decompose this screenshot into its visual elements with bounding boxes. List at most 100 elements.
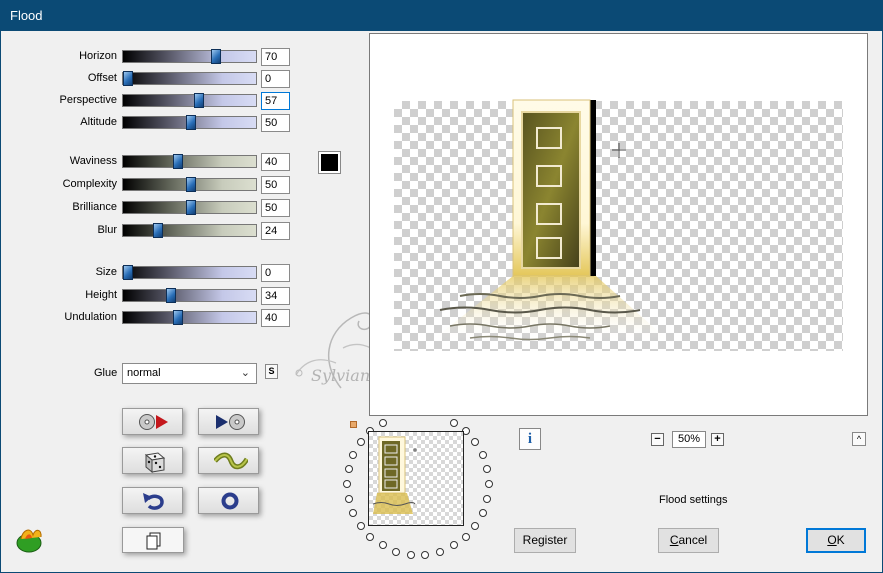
slider-track-blur[interactable] [122, 223, 257, 238]
reset-button[interactable] [198, 487, 259, 514]
glue-value: normal [127, 367, 161, 379]
navigator-dot [349, 451, 358, 460]
zoom-in-button[interactable]: + [711, 433, 724, 446]
navigator-dot [378, 418, 387, 427]
value-field-altitude[interactable]: 50 [261, 114, 290, 132]
slider-thumb-blur[interactable] [153, 223, 163, 238]
slider-track-altitude[interactable] [122, 115, 257, 130]
navigator-dot [461, 532, 470, 541]
navigator-dot [485, 480, 493, 488]
navigator-dot [471, 521, 480, 530]
slider-row-complexity: Complexity 50 [1, 176, 301, 194]
value-field-brilliance[interactable]: 50 [261, 199, 290, 217]
slider-label-undulation: Undulation [64, 311, 117, 323]
slider-track-size[interactable] [122, 265, 257, 280]
randomize-button[interactable] [122, 447, 183, 474]
wave-icon [214, 452, 248, 470]
undo-arrow-icon [143, 493, 164, 510]
navigator-dot [478, 451, 487, 460]
slider-row-size: Size 0 [1, 264, 301, 282]
status-label: Flood settings [659, 494, 728, 506]
navigator-dot [392, 547, 401, 556]
slider-track-offset[interactable] [122, 71, 257, 86]
slider-row-offset: Offset 0 [1, 70, 301, 88]
load-preset-button[interactable] [122, 408, 183, 435]
slider-track-waviness[interactable] [122, 154, 257, 169]
slider-label-complexity: Complexity [62, 178, 117, 190]
slider-label-brilliance: Brilliance [72, 201, 117, 213]
slider-row-brilliance: Brilliance 50 [1, 199, 301, 217]
slider-row-undulation: Undulation 40 [1, 309, 301, 327]
zoom-out-button[interactable]: − [651, 433, 664, 446]
slider-track-brilliance[interactable] [122, 200, 257, 215]
value-field-perspective[interactable]: 57 [261, 92, 290, 110]
glue-label: Glue [94, 367, 118, 379]
title-bar[interactable]: Flood [0, 0, 883, 31]
navigator-dot [421, 550, 430, 559]
value-field-waviness[interactable]: 40 [261, 153, 290, 171]
app-logo-icon [16, 529, 42, 553]
value-field-horizon[interactable]: 70 [261, 48, 290, 66]
slider-thumb-height[interactable] [165, 288, 176, 303]
ok-button[interactable]: OK [806, 528, 866, 553]
slider-thumb-altitude[interactable] [185, 115, 196, 130]
slider-label-size: Size [95, 266, 117, 278]
ring-icon [221, 492, 239, 510]
slider-thumb-undulation[interactable] [173, 310, 183, 325]
slider-thumb-offset[interactable] [123, 71, 133, 86]
slider-thumb-size[interactable] [123, 265, 133, 280]
slider-track-complexity[interactable] [122, 177, 257, 192]
value-field-offset[interactable]: 0 [261, 70, 290, 88]
slider-track-horizon[interactable] [122, 49, 257, 64]
value-field-complexity[interactable]: 50 [261, 176, 290, 194]
value-field-size[interactable]: 0 [261, 264, 290, 282]
slider-thumb-waviness[interactable] [173, 154, 183, 169]
dialog-client: Horizon 70 Offset 0 Perspective 57 Altitude 50 W… [0, 31, 883, 573]
navigator-dot [344, 494, 353, 503]
copy-settings-button[interactable] [122, 527, 184, 553]
glue-select[interactable]: normal ⌄ [122, 363, 257, 384]
slider-track-height[interactable] [122, 288, 257, 303]
navigator-thumbnail[interactable] [368, 431, 464, 526]
slider-label-height: Height [85, 289, 117, 301]
window-title: Flood [10, 8, 43, 23]
cancel-button[interactable]: Cancel [658, 528, 719, 553]
navigator-dot [449, 418, 458, 427]
slider-row-horizon: Horizon 70 [1, 48, 301, 66]
save-preset-button[interactable] [198, 408, 259, 435]
navigator-dot [483, 494, 492, 503]
slider-row-height: Height 34 [1, 287, 301, 305]
slider-thumb-horizon[interactable] [210, 49, 221, 64]
slider-label-horizon: Horizon [79, 50, 117, 62]
crosshair-cursor-icon [612, 143, 626, 158]
slider-thumb-perspective[interactable] [194, 93, 205, 108]
navigator-dot [435, 547, 444, 556]
slider-track-perspective[interactable] [122, 93, 257, 108]
glue-s-button[interactable]: S [265, 364, 278, 379]
wave-preset-button[interactable] [198, 447, 259, 474]
collapse-button[interactable]: ^ [852, 432, 866, 446]
undo-button[interactable] [122, 487, 183, 514]
navigator-dot [356, 438, 365, 447]
slider-row-blur: Blur 24 [1, 222, 301, 240]
navigator-dot [344, 465, 353, 474]
slider-track-undulation[interactable] [122, 310, 257, 325]
preview-canvas[interactable] [369, 33, 868, 416]
navigator-dot [378, 541, 387, 550]
slider-label-blur: Blur [97, 224, 117, 236]
navigator-dot [449, 541, 458, 550]
navigator-dot [349, 508, 358, 517]
slider-label-altitude: Altitude [80, 116, 117, 128]
value-field-blur[interactable]: 24 [261, 222, 290, 240]
navigator-thumbnail-image [372, 436, 417, 514]
register-button[interactable]: Register [514, 528, 576, 553]
slider-thumb-brilliance[interactable] [185, 200, 196, 215]
slider-thumb-complexity[interactable] [185, 177, 196, 192]
navigator-dot [406, 550, 415, 559]
navigator-marker[interactable] [350, 421, 357, 428]
navigator-dot [471, 438, 480, 447]
color-swatch[interactable] [318, 151, 341, 174]
zoom-level: 50% [672, 431, 706, 448]
info-button[interactable]: i [519, 428, 541, 450]
copy-pages-icon [146, 532, 161, 550]
